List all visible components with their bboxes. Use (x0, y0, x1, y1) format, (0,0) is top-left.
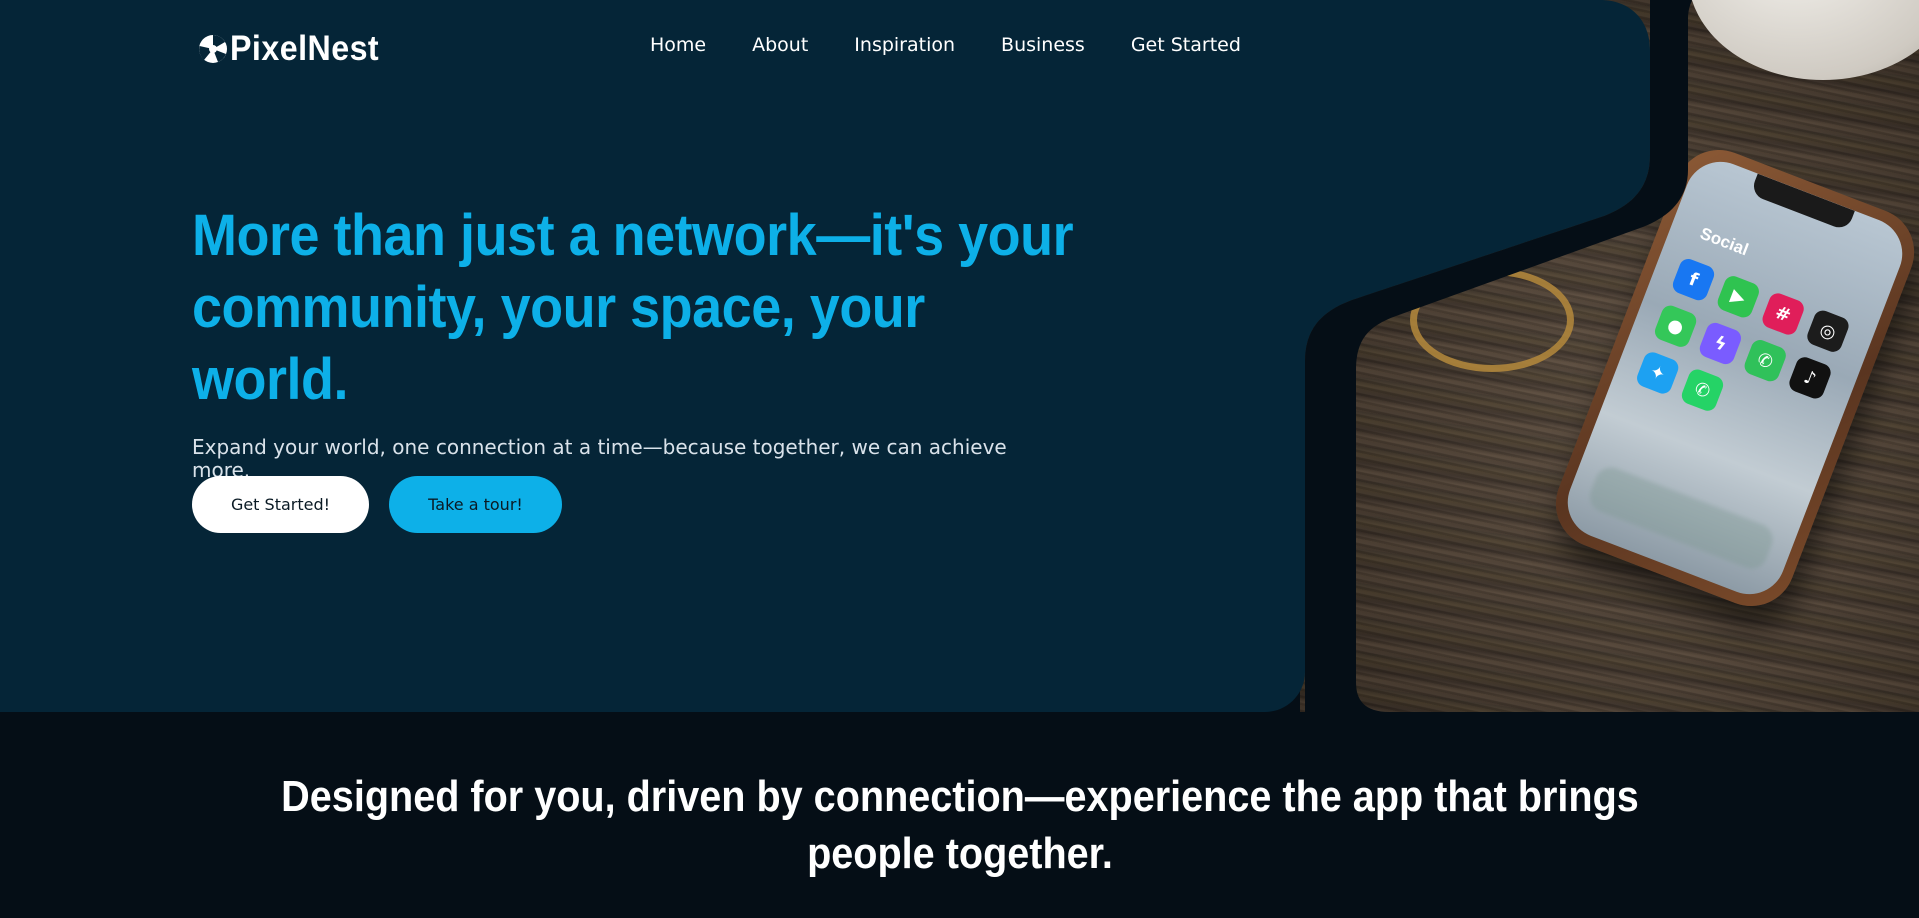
nav-item-business[interactable]: Business (1001, 34, 1085, 56)
nav-item-get-started[interactable]: Get Started (1131, 34, 1241, 56)
app-folder-grid: f ▶ # ◎ ● ϟ ✆ ♪ ✦ ✆ (1634, 256, 1856, 450)
hero-title: More than just a network—it's your commu… (192, 203, 1074, 412)
landing-page: Social f ▶ # ◎ ● ϟ ✆ ♪ ✦ ✆ PixelNest Home About (0, 0, 1919, 918)
phone-icon: ✆ (1741, 337, 1789, 384)
top-nav: PixelNest Home About Inspiration Busines… (0, 0, 1919, 96)
whatsapp-icon: ✆ (1679, 366, 1726, 414)
tiktok-icon: ♪ (1786, 354, 1834, 402)
brand-name: PixelNest (230, 29, 380, 68)
aperture-icon (199, 35, 227, 63)
nav-item-about[interactable]: About (752, 34, 808, 56)
nav-item-inspiration[interactable]: Inspiration (854, 34, 955, 56)
brand-logo[interactable]: PixelNest (198, 28, 392, 70)
facebook-icon: f (1670, 256, 1717, 303)
hero-buttons: Get Started! Take a tour! (192, 476, 562, 533)
nav-menu: Home About Inspiration Business Get Star… (650, 34, 1241, 56)
folder-label: Social (1697, 223, 1752, 260)
phone-dock (1585, 462, 1778, 574)
instagram-icon: ◎ (1804, 307, 1852, 355)
hero-content: More than just a network—it's your commu… (192, 200, 1092, 482)
gold-ring (1410, 268, 1574, 372)
tagline-section: Designed for you, driven by connection—e… (0, 712, 1919, 918)
take-tour-button[interactable]: Take a tour! (389, 476, 562, 533)
messenger-icon: ϟ (1697, 320, 1744, 367)
twitter-icon: ✦ (1634, 349, 1681, 397)
get-started-button[interactable]: Get Started! (192, 476, 369, 533)
slack-icon: # (1759, 290, 1807, 338)
tagline-heading: Designed for you, driven by connection—e… (281, 772, 1639, 878)
facetime-icon: ▶ (1715, 273, 1762, 321)
messages-icon: ● (1652, 303, 1699, 350)
nav-item-home[interactable]: Home (650, 34, 706, 56)
